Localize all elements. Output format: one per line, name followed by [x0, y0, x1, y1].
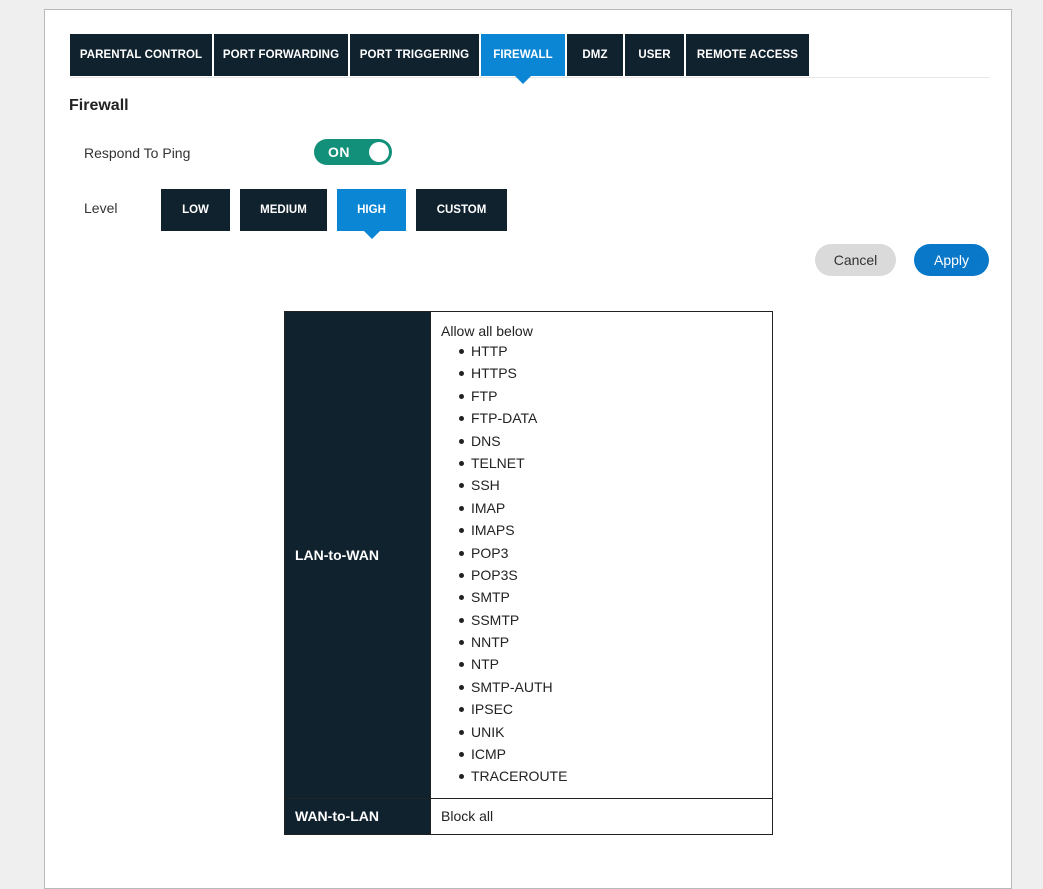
- list-item: NTP: [459, 653, 762, 675]
- list-item: TRACEROUTE: [459, 765, 762, 787]
- list-item: IMAPS: [459, 519, 762, 541]
- list-item: SSH: [459, 474, 762, 496]
- list-item: ICMP: [459, 743, 762, 765]
- lan-to-wan-value: Allow all below HTTP HTTPS FTP FTP-DATA DNS T…: [430, 311, 773, 799]
- toggle-knob: [369, 142, 389, 162]
- tab-firewall[interactable]: FIREWALL: [481, 34, 565, 84]
- level-label: Level: [84, 200, 118, 216]
- tab-dmz[interactable]: DMZ: [567, 34, 623, 76]
- table-row: LAN-to-WAN Allow all below HTTP HTTPS FTP F…: [284, 311, 773, 799]
- firewall-panel: PARENTAL CONTROL PORT FORWARDING PORT TR…: [44, 9, 1012, 889]
- page-title: Firewall: [69, 97, 129, 114]
- tab-remote-access[interactable]: REMOTE ACCESS: [686, 34, 809, 76]
- list-item: POP3: [459, 542, 762, 564]
- list-item: FTP: [459, 385, 762, 407]
- allow-intro-text: Allow all below: [441, 323, 533, 339]
- list-item: TELNET: [459, 452, 762, 474]
- table-row: WAN-to-LAN Block all: [284, 797, 773, 835]
- toggle-state-text: ON: [328, 144, 350, 160]
- cancel-button[interactable]: Cancel: [815, 244, 896, 276]
- protocol-list: HTTP HTTPS FTP FTP-DATA DNS TELNET SSH IMAP IMAP…: [441, 340, 762, 788]
- list-item: IPSEC: [459, 698, 762, 720]
- block-all-text: Block all: [441, 807, 494, 824]
- list-item: UNIK: [459, 721, 762, 743]
- list-item: SMTP-AUTH: [459, 676, 762, 698]
- list-item: POP3S: [459, 564, 762, 586]
- level-medium-button[interactable]: MEDIUM: [240, 189, 327, 231]
- list-item: SMTP: [459, 586, 762, 608]
- lan-to-wan-label: LAN-to-WAN: [284, 311, 431, 799]
- list-item: HTTPS: [459, 362, 762, 384]
- list-item: NNTP: [459, 631, 762, 653]
- firewall-rules-table: LAN-to-WAN Allow all below HTTP HTTPS FTP F…: [284, 311, 773, 835]
- wan-to-lan-value: Block all: [430, 797, 773, 835]
- apply-button[interactable]: Apply: [914, 244, 989, 276]
- level-high-button[interactable]: HIGH: [337, 189, 406, 239]
- list-item: DNS: [459, 430, 762, 452]
- list-item: FTP-DATA: [459, 407, 762, 429]
- tab-user[interactable]: USER: [625, 34, 684, 76]
- tab-port-forwarding[interactable]: PORT FORWARDING: [214, 34, 348, 76]
- tab-port-triggering[interactable]: PORT TRIGGERING: [350, 34, 479, 76]
- respond-to-ping-toggle[interactable]: ON: [314, 139, 392, 165]
- level-custom-button[interactable]: CUSTOM: [416, 189, 507, 231]
- tab-parental-control[interactable]: PARENTAL CONTROL: [70, 34, 212, 76]
- list-item: SSMTP: [459, 609, 762, 631]
- respond-to-ping-label: Respond To Ping: [84, 145, 191, 161]
- tab-bar: PARENTAL CONTROL PORT FORWARDING PORT TR…: [70, 34, 989, 84]
- level-low-button[interactable]: LOW: [161, 189, 230, 231]
- wan-to-lan-label: WAN-to-LAN: [284, 797, 431, 835]
- list-item: HTTP: [459, 340, 762, 362]
- list-item: IMAP: [459, 497, 762, 519]
